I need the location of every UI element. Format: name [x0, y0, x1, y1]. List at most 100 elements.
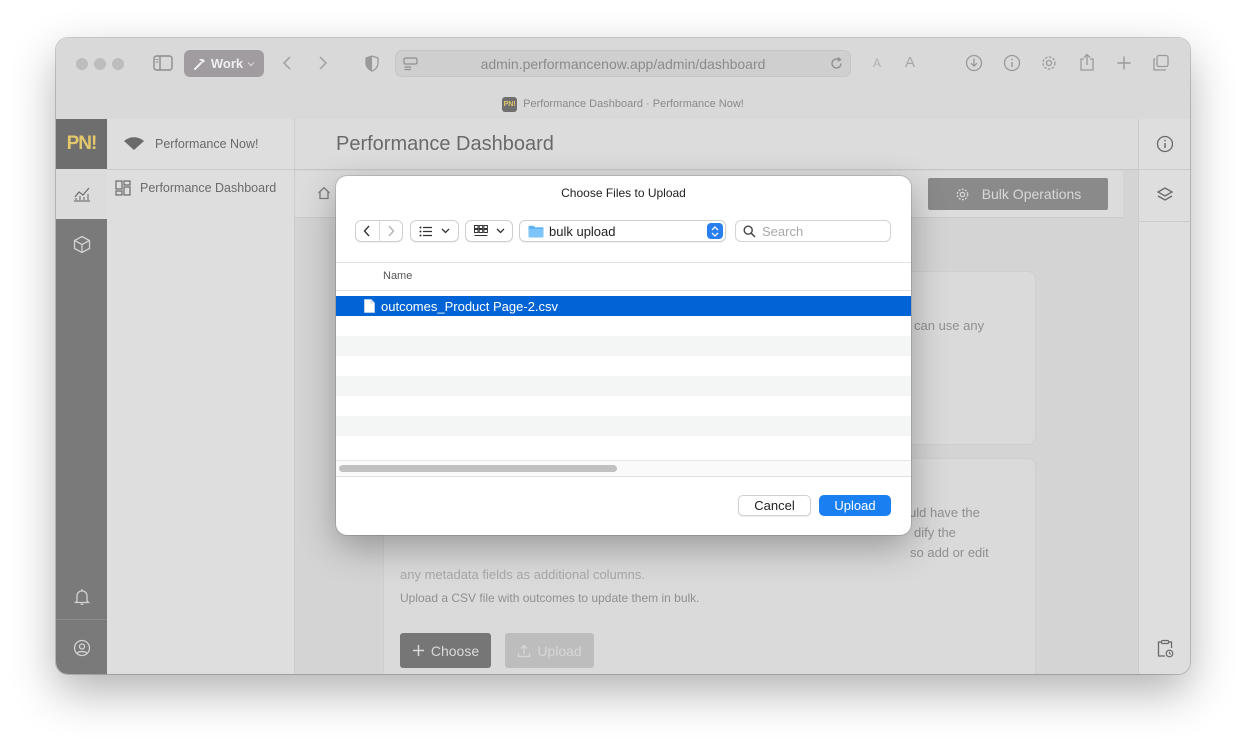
info-panel-button[interactable]: [1139, 133, 1190, 155]
cancel-button[interactable]: Cancel: [738, 495, 811, 516]
list-border: [336, 262, 911, 263]
chevron-down-icon: [496, 228, 504, 234]
dashboard-grid-icon: [115, 180, 131, 196]
bell-icon: [73, 589, 90, 605]
list-view-icon: [419, 226, 432, 236]
favicon: PN!: [502, 96, 518, 112]
sidebar-item-performance-dashboard[interactable]: Performance Dashboard: [115, 180, 276, 196]
empty-row: [336, 436, 911, 460]
upload-file-button[interactable]: Upload: [505, 633, 594, 668]
upload-label: Upload: [537, 642, 582, 659]
updown-arrows-icon: [707, 223, 723, 239]
nav-segment: [355, 220, 403, 242]
layers-icon: [1156, 187, 1174, 201]
file-name: outcomes_Product Page-2.csv: [381, 298, 559, 314]
dialog-title: Choose Files to Upload: [561, 186, 686, 200]
card-text: can use any: [914, 318, 985, 333]
forward-icon[interactable]: [380, 221, 402, 241]
right-divider: [1139, 169, 1190, 170]
choose-file-button[interactable]: Choose: [400, 633, 491, 668]
minimize-window-button[interactable]: [94, 58, 106, 70]
rail-dashboard-button[interactable]: [56, 169, 107, 219]
empty-row: [336, 416, 911, 436]
rail-notifications-button[interactable]: [56, 586, 107, 608]
rail-products-button[interactable]: [56, 233, 107, 255]
grid-view-icon: [473, 225, 488, 236]
brand-name: Performance Now!: [155, 137, 259, 151]
bulk-operations-button[interactable]: Bulk Operations: [928, 178, 1108, 210]
name-column-header[interactable]: Name: [383, 270, 412, 282]
clipboard-history-button[interactable]: [1139, 637, 1190, 659]
gear-icon: [956, 188, 969, 200]
empty-row: [336, 316, 911, 336]
profile-button[interactable]: Work: [184, 50, 264, 77]
search-icon: [743, 224, 756, 238]
empty-row: [336, 396, 911, 416]
right-divider: [1139, 221, 1190, 222]
page-title: Performance Dashboard: [336, 133, 554, 155]
downloads-icon[interactable]: [964, 53, 984, 73]
active-tab[interactable]: PN! Performance Dashboard · Performance …: [56, 95, 1190, 113]
plus-icon: [412, 645, 424, 656]
horizontal-scrollbar[interactable]: [336, 460, 911, 477]
hammer-icon: [193, 58, 205, 70]
header-border: [336, 290, 911, 291]
zoom-window-button[interactable]: [112, 58, 124, 70]
forward-icon[interactable]: [314, 52, 332, 74]
back-icon[interactable]: [278, 52, 296, 74]
tab-overview-icon[interactable]: [1151, 53, 1171, 73]
info-icon: [1156, 135, 1174, 153]
upload-instruction: Upload a CSV file with outcomes to updat…: [400, 591, 700, 605]
list-view-button[interactable]: [410, 220, 459, 242]
file-row[interactable]: outcomes_Product Page-2.csv: [336, 296, 911, 316]
scrollbar-thumb[interactable]: [339, 465, 617, 472]
card-text-line-2: dify the: [914, 525, 956, 540]
document-icon: [364, 299, 375, 313]
info-icon[interactable]: [1002, 53, 1022, 73]
user-circle-icon: [73, 639, 90, 657]
sidebar-toggle-icon[interactable]: [152, 53, 174, 73]
close-window-button[interactable]: [76, 58, 88, 70]
right-toolbar: [1138, 119, 1190, 674]
share-icon[interactable]: [1077, 52, 1097, 72]
chart-line-icon: [73, 187, 90, 202]
text-smaller-button[interactable]: A: [870, 54, 884, 72]
clipboard-clock-icon: [1157, 639, 1174, 657]
card-text-line-1: uld have the: [909, 505, 980, 520]
icon-rail: PN!: [56, 119, 107, 674]
text-larger-button[interactable]: A: [902, 52, 918, 72]
chevron-down-icon: [247, 61, 255, 66]
new-tab-icon[interactable]: [1114, 53, 1134, 73]
upload-button[interactable]: Upload: [819, 495, 891, 516]
location-popup[interactable]: bulk upload: [519, 220, 726, 242]
choose-label: Choose: [430, 642, 480, 659]
home-icon[interactable]: [317, 186, 331, 205]
reload-icon[interactable]: [829, 56, 844, 76]
rail-account-button[interactable]: [56, 637, 107, 659]
back-icon[interactable]: [356, 221, 380, 241]
brand-header: Performance Now!: [107, 119, 294, 170]
empty-row: [336, 376, 911, 396]
chevron-down-icon: [441, 228, 450, 234]
bulk-operations-label: Bulk Operations: [981, 186, 1082, 202]
browser-toolbar: Work admin.performancenow.app/admin/dash…: [56, 38, 1190, 120]
layers-button[interactable]: [1139, 184, 1190, 206]
profile-label: Work: [210, 56, 244, 71]
privacy-shield-icon[interactable]: [362, 52, 382, 74]
grid-view-button[interactable]: [465, 220, 513, 242]
card-text-line-4: any metadata fields as additional column…: [400, 567, 645, 582]
search-input[interactable]: [762, 223, 882, 239]
card-text-line-3: so add or edit: [910, 545, 989, 560]
upload-icon: [518, 644, 531, 657]
address-bar[interactable]: admin.performancenow.app/admin/dashboard: [395, 50, 851, 77]
rail-divider: [56, 619, 107, 620]
search-field[interactable]: [735, 220, 891, 242]
location-label: bulk upload: [549, 223, 616, 239]
gear-icon[interactable]: [1039, 53, 1059, 73]
file-picker-dialog: Choose Files to Upload bulk upload Name …: [336, 176, 911, 535]
tab-title: Performance Dashboard · Performance Now!: [523, 98, 744, 110]
app-logo[interactable]: PN!: [56, 119, 107, 169]
app-sidebar: Performance Now! Performance Dashboard: [107, 119, 295, 674]
cube-icon: [73, 235, 90, 253]
wifi-icon: [124, 137, 144, 150]
